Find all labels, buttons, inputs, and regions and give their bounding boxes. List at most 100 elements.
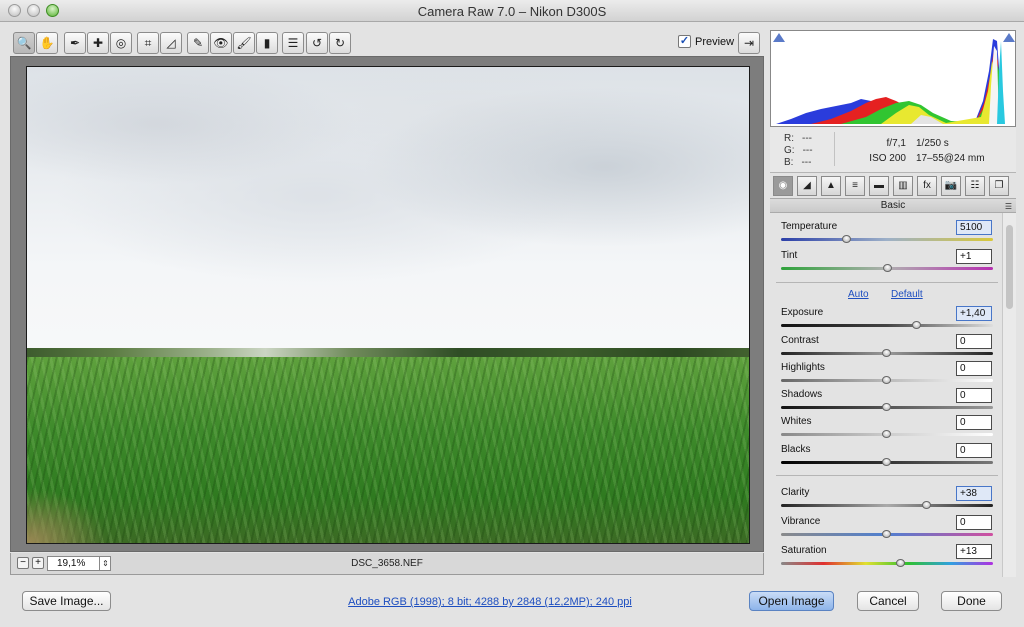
temperature-slider-thumb[interactable] bbox=[841, 235, 851, 243]
image-preview-area[interactable] bbox=[10, 56, 764, 552]
contrast-label: Contrast bbox=[781, 335, 819, 346]
tab-split-toning[interactable]: ▬ bbox=[869, 176, 889, 196]
highlight-clipping-warning-button[interactable] bbox=[1003, 33, 1015, 42]
red-value: --- bbox=[802, 133, 812, 144]
temperature-slider-track[interactable] bbox=[781, 238, 993, 241]
tab-detail[interactable]: ▲ bbox=[821, 176, 841, 196]
window-title: Camera Raw 7.0 – Nikon D300S bbox=[417, 4, 607, 19]
camera-raw-window: Camera Raw 7.0 – Nikon D300S 🔍 ✋ ✒ ✚ ◎ ⌗ ◿ ✎ 👁 🖌 ▮… bbox=[0, 0, 1024, 627]
crop-tool-button[interactable]: ⌗ bbox=[137, 32, 159, 54]
hand-tool-button[interactable]: ✋ bbox=[36, 32, 58, 54]
photo-preview[interactable] bbox=[26, 66, 750, 544]
shadows-slider-thumb[interactable] bbox=[882, 403, 891, 411]
contrast-value-field[interactable]: 0 bbox=[956, 334, 992, 349]
rgb-readout: R: --- G: --- B: --- bbox=[784, 133, 813, 169]
fullscreen-button[interactable]: ⇥ bbox=[738, 32, 760, 54]
whites-value-field[interactable]: 0 bbox=[956, 415, 992, 430]
cancel-button[interactable]: Cancel bbox=[857, 591, 919, 611]
crop-tool-icon: ⌗ bbox=[144, 35, 152, 50]
temperature-value-field[interactable]: 5100 bbox=[956, 220, 992, 235]
clarity-value-field[interactable]: +38 bbox=[956, 486, 992, 501]
open-image-button[interactable]: Open Image bbox=[749, 591, 834, 611]
panel-scrollbar[interactable] bbox=[1002, 213, 1016, 577]
rotate-left-button[interactable]: ↺ bbox=[306, 32, 328, 54]
auto-link[interactable]: Auto bbox=[848, 289, 869, 300]
highlights-slider-thumb[interactable] bbox=[882, 376, 891, 384]
whites-label: Whites bbox=[781, 416, 812, 427]
tab-snapshots[interactable]: ❐ bbox=[989, 176, 1009, 196]
shadows-value-field[interactable]: 0 bbox=[956, 388, 992, 403]
tab-camera-calibration[interactable]: 📷 bbox=[941, 176, 961, 196]
tint-value-field[interactable]: +1 bbox=[956, 249, 992, 264]
pixel-info: R: --- G: --- B: --- f/7,1 1/250 s ISO 200 17… bbox=[770, 127, 1016, 173]
zoom-status-bar: − + 19,1% ⇕ DSC_3658.NEF bbox=[10, 553, 764, 575]
exposure-label: Exposure bbox=[781, 307, 824, 318]
contrast-slider-thumb[interactable] bbox=[882, 349, 891, 357]
adjustment-brush-icon: 🖌 bbox=[236, 36, 252, 50]
rotate-right-icon: ↻ bbox=[334, 36, 346, 50]
whites-control: Whites 0 bbox=[770, 411, 1002, 439]
tint-control: Tint +1 bbox=[770, 245, 1002, 273]
panel-scroll-thumb[interactable] bbox=[1006, 225, 1013, 309]
done-button[interactable]: Done bbox=[941, 591, 1002, 611]
clarity-control: Clarity +38 bbox=[770, 482, 1002, 510]
white-balance-tool-button[interactable]: ✒ bbox=[64, 32, 86, 54]
clarity-slider-track[interactable] bbox=[781, 504, 993, 507]
targeted-adjustment-tool-button[interactable]: ◎ bbox=[110, 32, 132, 54]
exposure-slider-thumb[interactable] bbox=[911, 321, 921, 329]
graduated-filter-icon: ▮ bbox=[263, 36, 271, 50]
spot-removal-tool-button[interactable]: ✎ bbox=[187, 32, 209, 54]
vibrance-value-field[interactable]: 0 bbox=[956, 515, 992, 530]
saturation-value-field[interactable]: +13 bbox=[956, 544, 992, 559]
zoom-tool-button[interactable]: 🔍 bbox=[13, 32, 35, 54]
targeted-adjustment-tool-icon: ◎ bbox=[115, 36, 127, 50]
exposure-value-field[interactable]: +1,40 bbox=[956, 306, 992, 321]
tab-effects[interactable]: fx bbox=[917, 176, 937, 196]
highlights-control: Highlights 0 bbox=[770, 357, 1002, 385]
tab-hsl[interactable]: ≡ bbox=[845, 176, 865, 196]
blacks-slider-thumb[interactable] bbox=[882, 458, 891, 466]
saturation-slider-thumb[interactable] bbox=[895, 559, 905, 567]
red-eye-tool-icon: 👁 bbox=[213, 36, 229, 50]
tab-tone-curve[interactable]: ◢ bbox=[797, 176, 817, 196]
exposure-slider-track[interactable] bbox=[781, 324, 993, 327]
preview-checkbox[interactable]: ✓ bbox=[678, 35, 691, 48]
separator bbox=[776, 475, 998, 476]
rotate-left-icon: ↺ bbox=[311, 36, 323, 50]
adjustment-brush-button[interactable]: 🖌 bbox=[233, 32, 255, 54]
panel-title-label: Basic bbox=[880, 200, 906, 211]
default-link[interactable]: Default bbox=[891, 289, 923, 300]
rotate-right-button[interactable]: ↻ bbox=[329, 32, 351, 54]
preview-toggle[interactable]: ✓ Preview bbox=[678, 35, 734, 48]
temperature-control: Temperature 5100 bbox=[770, 216, 1002, 244]
straighten-tool-button[interactable]: ◿ bbox=[160, 32, 182, 54]
red-eye-tool-button[interactable]: 👁 bbox=[210, 32, 232, 54]
green-label: G: bbox=[784, 145, 795, 156]
blacks-value-field[interactable]: 0 bbox=[956, 443, 992, 458]
graduated-filter-button[interactable]: ▮ bbox=[256, 32, 278, 54]
saturation-slider-track[interactable] bbox=[781, 562, 993, 565]
photo-stubble bbox=[27, 473, 117, 543]
color-sampler-tool-button[interactable]: ✚ bbox=[87, 32, 109, 54]
preferences-button[interactable]: ☰ bbox=[282, 32, 304, 54]
toolbar: 🔍 ✋ ✒ ✚ ◎ ⌗ ◿ ✎ 👁 🖌 ▮ ☰ ↺ ↻ ✓ Preview ⇥ bbox=[10, 32, 764, 56]
vibrance-slider-thumb[interactable] bbox=[882, 530, 891, 538]
title-bar: Camera Raw 7.0 – Nikon D300S bbox=[0, 0, 1024, 22]
tint-slider-thumb[interactable] bbox=[883, 264, 893, 272]
tab-basic[interactable]: ◉ bbox=[773, 176, 793, 196]
blue-value: --- bbox=[801, 157, 812, 168]
contrast-control: Contrast 0 bbox=[770, 330, 1002, 358]
highlights-value-field[interactable]: 0 bbox=[956, 361, 992, 376]
iso: ISO 200 bbox=[869, 153, 906, 164]
clarity-slider-thumb[interactable] bbox=[922, 501, 932, 509]
shadow-clipping-warning-button[interactable] bbox=[773, 33, 785, 42]
save-image-button[interactable]: Save Image... bbox=[22, 591, 111, 611]
red-label: R: bbox=[784, 133, 794, 144]
workflow-options-link[interactable]: Adobe RGB (1998); 8 bit; 4288 by 2848 (1… bbox=[270, 596, 710, 608]
whites-slider-thumb[interactable] bbox=[882, 430, 891, 438]
tab-presets[interactable]: ☷ bbox=[965, 176, 985, 196]
temperature-label: Temperature bbox=[781, 221, 838, 232]
tab-lens-corrections[interactable]: ▥ bbox=[893, 176, 913, 196]
fullscreen-icon: ⇥ bbox=[743, 36, 755, 50]
panel-menu-icon[interactable]: ☰ bbox=[1005, 200, 1012, 213]
